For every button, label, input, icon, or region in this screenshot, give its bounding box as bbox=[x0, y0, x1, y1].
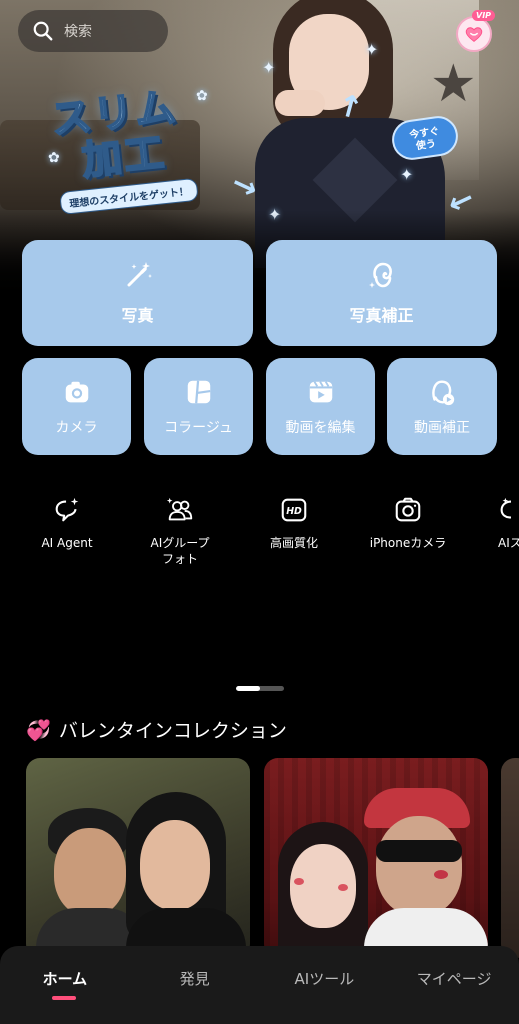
page-indicator bbox=[236, 686, 284, 691]
nav-my-page[interactable]: マイページ bbox=[399, 968, 509, 1024]
camera-icon bbox=[65, 381, 88, 402]
nav-discover-label: 発見 bbox=[179, 970, 210, 988]
tool-ai-more-label: AIス bbox=[498, 536, 519, 550]
tool-ai-group-photo-label: AIグループ フォト bbox=[150, 536, 210, 566]
nav-discover[interactable]: 発見 bbox=[140, 968, 250, 1024]
collection-card[interactable] bbox=[264, 758, 488, 958]
collection-card[interactable] bbox=[501, 758, 519, 958]
tool-ai-agent-label: AI Agent bbox=[41, 536, 93, 550]
ai-more-icon bbox=[500, 497, 512, 519]
collection-card[interactable] bbox=[26, 758, 250, 958]
section-title: バレンタインコレクション bbox=[58, 720, 287, 742]
camera-button[interactable]: カメラ bbox=[22, 358, 131, 455]
photo-retouch-label: 写真補正 bbox=[349, 306, 414, 325]
hd-icon: HD bbox=[281, 498, 307, 522]
nav-my-page-label: マイページ bbox=[416, 970, 492, 988]
hearts-icon: 💞 bbox=[26, 717, 51, 742]
vip-button[interactable]: VIP bbox=[452, 8, 498, 52]
collage-button[interactable]: コラージュ bbox=[144, 358, 253, 455]
tool-ai-group-photo[interactable]: AIグループ フォト bbox=[135, 495, 225, 567]
tool-ai-agent[interactable]: AI Agent bbox=[22, 495, 112, 551]
collage-icon bbox=[187, 380, 210, 403]
camera-label: カメラ bbox=[55, 419, 98, 436]
collage-label: コラージュ bbox=[164, 419, 233, 436]
ai-group-photo-icon bbox=[166, 497, 193, 521]
hero-title: スリム 加工 理想のスタイルをゲット！ bbox=[48, 82, 220, 216]
nav-ai-tools[interactable]: AIツール bbox=[269, 968, 379, 1024]
sparkle-icon: ✦ bbox=[400, 165, 414, 184]
vip-label: VIP bbox=[472, 10, 496, 21]
tool-hd-label: 高画質化 bbox=[269, 536, 318, 550]
retouch-face-icon bbox=[368, 262, 392, 288]
tool-hd[interactable]: HD 高画質化 bbox=[249, 495, 339, 551]
nav-active-indicator bbox=[51, 996, 76, 1000]
search-placeholder: 検索 bbox=[64, 24, 92, 40]
star-sticker-icon: ★ bbox=[430, 54, 477, 114]
magic-wand-icon bbox=[127, 262, 152, 287]
video-edit-icon bbox=[309, 380, 332, 402]
sparkle-icon: ✦ bbox=[365, 40, 379, 59]
page-indicator-active bbox=[236, 686, 260, 691]
video-edit-label: 動画を編集 bbox=[285, 419, 356, 436]
video-edit-button[interactable]: 動画を編集 bbox=[266, 358, 375, 455]
video-retouch-label: 動画補正 bbox=[414, 419, 470, 436]
section-header: 💞 バレンタインコレクション bbox=[26, 716, 287, 743]
nav-home-label: ホーム bbox=[42, 970, 88, 988]
ai-agent-icon bbox=[55, 497, 79, 522]
tool-iphone-camera-label: iPhoneカメラ bbox=[369, 536, 447, 550]
bottom-navigation: ホーム 発見 AIツール マイページ bbox=[0, 946, 519, 1024]
photo-retouch-button[interactable]: 写真補正 bbox=[266, 240, 497, 346]
video-retouch-button[interactable]: 動画補正 bbox=[387, 358, 497, 455]
iphone-camera-icon bbox=[395, 497, 421, 522]
nav-ai-tools-label: AIツール bbox=[294, 970, 355, 988]
tool-ai-more[interactable]: AIス bbox=[478, 495, 519, 551]
photo-edit-button[interactable]: 写真 bbox=[22, 240, 253, 346]
search-bar[interactable]: 検索 bbox=[18, 10, 168, 52]
video-retouch-icon bbox=[432, 379, 455, 405]
tool-iphone-camera[interactable]: iPhoneカメラ bbox=[363, 495, 453, 551]
nav-home[interactable]: ホーム bbox=[10, 968, 120, 1024]
vip-heart-icon bbox=[456, 16, 492, 52]
photo-edit-label: 写真 bbox=[121, 306, 154, 325]
sparkle-icon: ✦ bbox=[262, 58, 276, 77]
search-icon bbox=[33, 21, 53, 41]
svg-text:HD: HD bbox=[286, 506, 302, 517]
